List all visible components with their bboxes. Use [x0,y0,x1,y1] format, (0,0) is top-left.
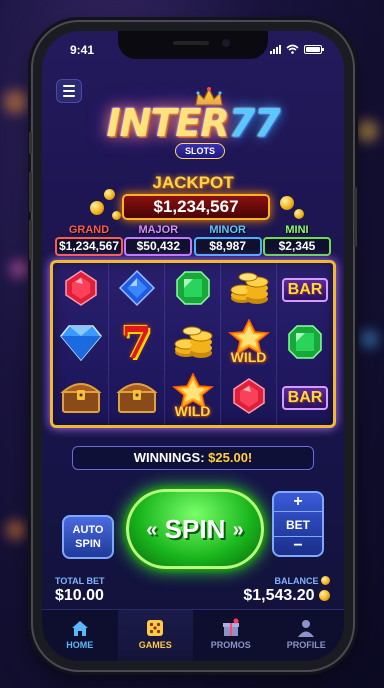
tier-mini: MINI $2,345 [262,224,331,256]
reel-cell: WILD [165,371,221,425]
status-bar: 9:41 [42,41,344,61]
signal-icon [270,44,281,54]
coins-symbol [172,322,214,367]
balance-label: BALANCE [274,576,330,586]
tier-value: $8,987 [193,237,262,256]
bet-decrease-button[interactable]: − [274,537,322,555]
battery-icon [304,44,324,54]
bet-label: BET [274,511,322,537]
reel-cell: BAR [277,263,333,317]
reel-cell: WILD [221,317,277,371]
dice-icon [147,620,164,636]
chevrons-right-icon: » [232,519,244,541]
winnings-display: WINNINGS: $25.00! [72,446,314,470]
bokeh-light [4,90,28,114]
reel-cell [165,263,221,317]
wifi-icon [286,44,299,54]
balance-value: $1,543.20 [243,587,330,605]
emerald-symbol [173,268,213,313]
wild-symbol: WILD [167,373,219,423]
reel-cell [109,263,165,317]
jackpot-tiers: GRAND $1,234,567 MAJOR $50,432 MINOR $8,… [55,224,331,256]
phone-frame: 9:41 INTER77 SLOTS JACKPOT $1,234,567 GR… [29,22,357,670]
wild-symbol: WILD [223,319,275,369]
tab-promos[interactable]: PROMOS [193,610,269,661]
winnings-label: WINNINGS: [133,450,205,465]
bokeh-light [356,120,378,142]
winnings-amount: $25.00! [208,450,253,465]
bar-symbol: BAR [282,386,328,410]
ruby-symbol [229,376,269,421]
ruby-symbol [61,268,101,313]
spin-button[interactable]: « SPIN » [126,489,264,569]
status-time: 9:41 [70,43,95,57]
tab-label: PROMOS [210,640,251,650]
coin-icon [319,590,330,601]
logo-subtitle: SLOTS [175,143,225,159]
reel-cell [165,317,221,371]
bet-increase-button[interactable]: + [274,493,322,511]
reel-cell [53,263,109,317]
seven-symbol: 7 [121,318,152,369]
tab-label: HOME [66,640,94,650]
tab-games[interactable]: GAMES [117,610,193,661]
logo-title: INTER77 [106,101,281,145]
total-bet-value: $10.00 [55,587,104,604]
bokeh-light [10,260,28,278]
spin-label: SPIN [164,514,226,544]
gift-icon [222,618,239,636]
reel-cell [109,371,165,425]
reel-cell [221,263,277,317]
tier-grand: GRAND $1,234,567 [55,224,123,256]
emerald-symbol [285,322,325,367]
app-screen: 9:41 INTER77 SLOTS JACKPOT $1,234,567 GR… [42,31,344,661]
tab-profile[interactable]: PROFILE [269,610,345,661]
reel-cell [53,371,109,425]
auto-spin-button[interactable]: AUTO SPIN [62,515,114,559]
tier-value: $1,234,567 [55,237,123,256]
tier-label: MINI [285,224,309,236]
jackpot-label: JACKPOT [152,173,234,192]
tab-label: GAMES [138,640,172,650]
diamond-symbol [59,322,103,367]
coin-decoration [280,196,294,210]
reel-cell [277,317,333,371]
tier-label: GRAND [68,224,110,236]
auto-spin-label: AUTO [72,524,104,536]
jackpot-value: $1,234,567 [122,194,270,220]
chest-symbol [115,376,159,421]
tier-label: MAJOR [138,224,179,236]
coin-decoration [112,211,121,220]
reel-cell: 7 [109,317,165,371]
tab-label: PROFILE [286,640,326,650]
tier-label: MINOR [209,224,246,236]
reel-cell [53,317,109,371]
tier-value: $2,345 [262,237,331,256]
tier-value: $50,432 [124,237,193,256]
auto-spin-label: SPIN [75,538,101,550]
user-icon [298,620,315,637]
tier-major: MAJOR $50,432 [124,224,193,256]
home-icon [71,621,88,636]
tab-bar: HOME GAMES PROMOS PROFILE [42,609,344,661]
tab-home[interactable]: HOME [42,610,118,661]
reel-grid: BAR 7 WILD WILD BAR [50,260,336,428]
bar-symbol: BAR [282,278,328,302]
coin-decoration [90,201,104,215]
tier-minor: MINOR $8,987 [193,224,262,256]
bet-control: + BET − [272,491,324,557]
sapphire-symbol [117,268,157,313]
total-bet-label: TOTAL BET [55,576,105,586]
chevrons-left-icon: « [146,519,158,541]
coin-icon [321,576,330,585]
reel-cell: BAR [277,371,333,425]
chest-symbol [59,376,103,421]
menu-button[interactable] [56,79,82,103]
bokeh-light [6,520,26,540]
coin-decoration [294,209,304,219]
hamburger-icon [63,85,75,87]
reel-cell [221,371,277,425]
coins-symbol [228,268,270,313]
bokeh-light [360,330,378,348]
